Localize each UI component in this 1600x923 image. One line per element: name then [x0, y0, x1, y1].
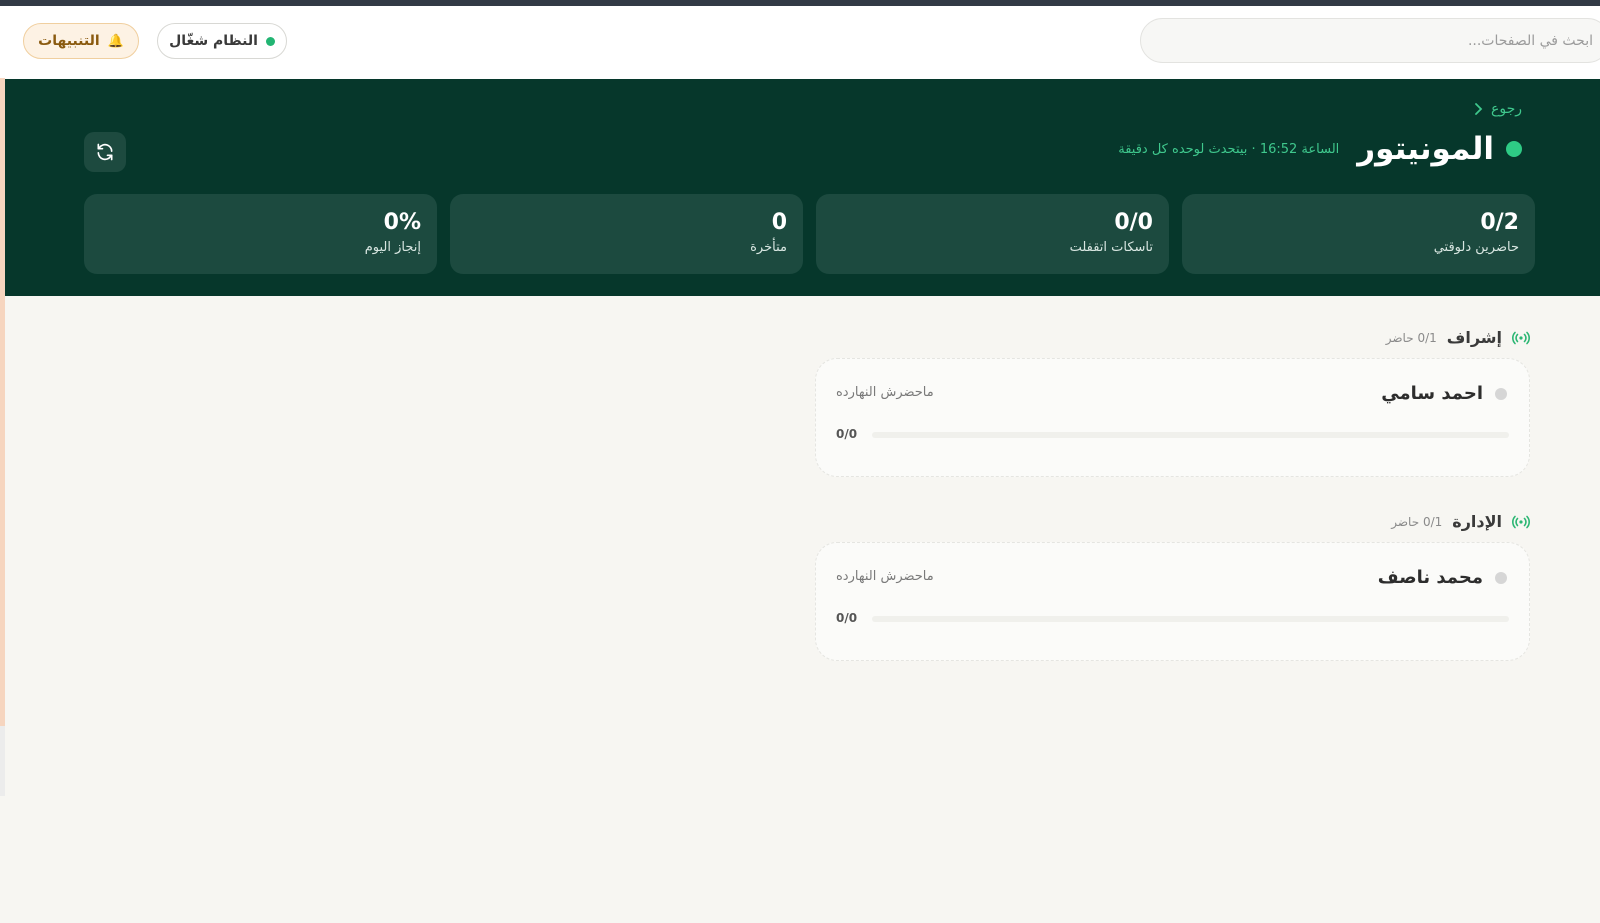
- member-name-row: محمد ناصف: [1378, 567, 1507, 588]
- refresh-icon: [97, 143, 113, 161]
- presence-dot-icon: [1495, 571, 1507, 584]
- section-attendance-count: 0/1 حاضر: [1385, 330, 1437, 345]
- broadcast-icon: [1512, 331, 1530, 344]
- member-status: ماحضرش النهارده: [836, 569, 934, 584]
- stat-card-tasks-closed: 0/0 تاسكات اتقفلت: [816, 194, 1169, 274]
- member-card[interactable]: محمد ناصف ماحضرش النهارده 0/0: [815, 542, 1530, 661]
- bell-icon: 🔔: [107, 33, 124, 49]
- stat-label: حاضرين دلوقتي: [1433, 240, 1519, 255]
- task-ratio: 0/0: [836, 611, 858, 625]
- presence-dot-icon: [1495, 387, 1507, 400]
- section-attendance-count: 0/1 حاضر: [1391, 514, 1443, 529]
- member-name-row: احمد سامي: [1381, 383, 1507, 404]
- stat-label: متأخرة: [750, 240, 787, 255]
- system-status-badge: النظام شغّال: [157, 23, 287, 59]
- alerts-button[interactable]: 🔔 التنبيهات: [23, 23, 139, 59]
- stat-label: تاسكات اتقفلت: [1069, 240, 1153, 255]
- refresh-button[interactable]: [84, 132, 126, 172]
- stat-value: 0/0: [1114, 210, 1153, 235]
- stat-value: 0%: [383, 210, 421, 235]
- task-progress: 0/0: [836, 427, 1509, 443]
- stat-label: إنجاز اليوم: [364, 240, 421, 255]
- member-name: محمد ناصف: [1377, 567, 1483, 588]
- page-title-row: المونيتور الساعة 16:52 · بيتحدث لوحده كل…: [1118, 131, 1522, 167]
- monitor-header: رجوع المونيتور الساعة 16:52 · بيتحدث لوح…: [5, 79, 1600, 296]
- top-bar: 🔔 التنبيهات النظام شغّال: [0, 6, 1600, 79]
- chevron-right-icon: [1475, 103, 1483, 115]
- search-input[interactable]: [1155, 31, 1595, 50]
- member-status: ماحضرش النهارده: [836, 385, 934, 400]
- section-title: الإدارة: [1452, 512, 1502, 531]
- stats-row: 0/2 حاضرين دلوقتي 0/0 تاسكات اتقفلت 0 مت…: [84, 194, 1535, 274]
- search-box[interactable]: [1140, 18, 1600, 63]
- alerts-label: التنبيهات: [38, 33, 100, 49]
- progress-bar-track: [872, 432, 1509, 438]
- last-update-text: الساعة 16:52 · بيتحدث لوحده كل دقيقة: [1118, 141, 1340, 157]
- stat-value: 0/2: [1480, 210, 1519, 235]
- progress-bar-track: [872, 616, 1509, 622]
- task-progress: 0/0: [836, 611, 1509, 627]
- stat-value: 0: [771, 210, 787, 235]
- stat-card-late: 0 متأخرة: [450, 194, 803, 274]
- status-dot-icon: [265, 36, 275, 46]
- section-header-administration: الإدارة 0/1 حاضر: [1391, 512, 1530, 531]
- stat-card-completion: 0% إنجاز اليوم: [84, 194, 437, 274]
- member-card[interactable]: احمد سامي ماحضرش النهارده 0/0: [815, 358, 1530, 477]
- back-link[interactable]: رجوع: [1473, 101, 1522, 117]
- section-header-supervision: إشراف 0/1 حاضر: [1386, 328, 1530, 347]
- member-name: احمد سامي: [1381, 383, 1483, 404]
- stat-card-present: 0/2 حاضرين دلوقتي: [1182, 194, 1535, 274]
- sidebar-edge-lower: [0, 726, 5, 796]
- section-title: إشراف: [1446, 328, 1502, 347]
- back-label: رجوع: [1490, 101, 1522, 117]
- page-title: المونيتور: [1357, 131, 1494, 167]
- system-status-label: النظام شغّال: [169, 33, 258, 49]
- broadcast-icon: [1512, 515, 1530, 528]
- live-indicator-icon: [1506, 141, 1522, 157]
- task-ratio: 0/0: [836, 427, 858, 441]
